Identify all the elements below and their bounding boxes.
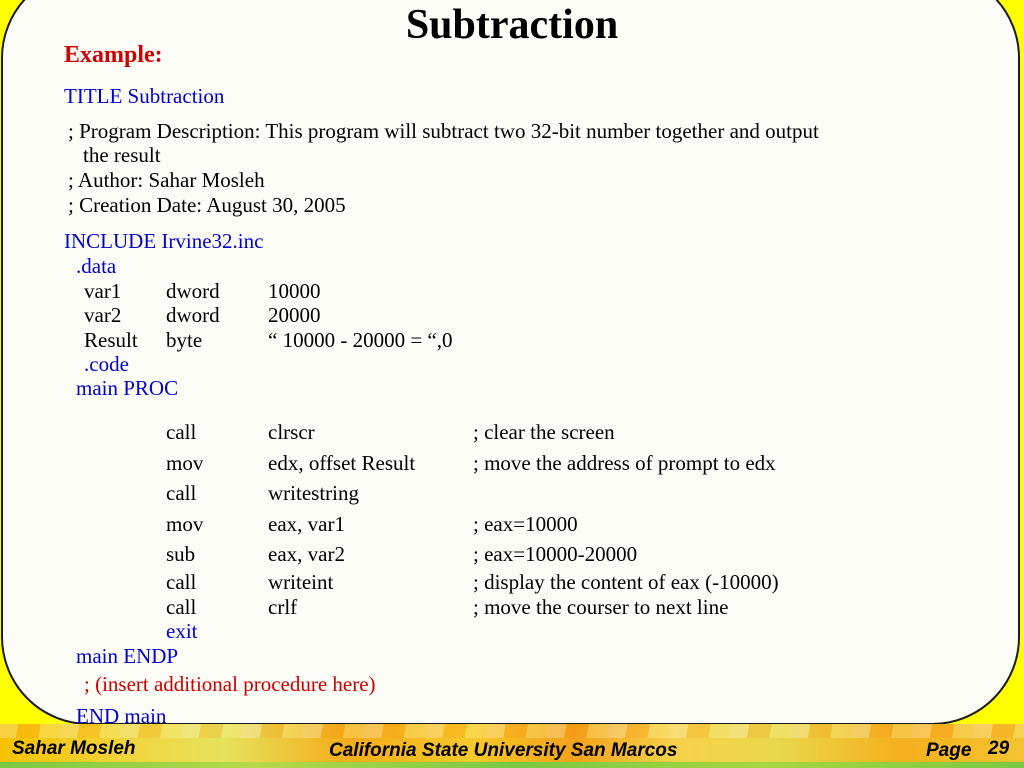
author-comment: ; Author: Sahar Mosleh <box>68 168 265 192</box>
instruction-op: sub <box>166 542 196 566</box>
data-var-type: dword <box>166 303 220 327</box>
description-comment-line2: the result <box>83 143 161 167</box>
data-var-name: var2 <box>84 303 122 327</box>
footer-page-label: Page <box>926 740 972 761</box>
description-comment-line1: ; Program Description: This program will… <box>68 119 819 143</box>
insert-procedure-comment: ; (insert additional procedure here) <box>84 672 376 696</box>
instruction-comment: ; eax=10000-20000 <box>473 542 638 566</box>
instruction-arg: writeint <box>268 570 334 594</box>
data-directive: .data <box>76 254 117 278</box>
data-var-type: dword <box>166 279 220 303</box>
instruction-comment: ; clear the screen <box>473 420 615 444</box>
footer-author: Sahar Mosleh <box>12 738 136 759</box>
instruction-op: call <box>166 595 197 619</box>
title-directive: TITLE Subtraction <box>64 84 225 108</box>
instruction-op: call <box>166 570 197 594</box>
instruction-arg: crlf <box>268 595 298 619</box>
date-comment: ; Creation Date: August 30, 2005 <box>68 193 346 217</box>
instruction-op: mov <box>166 451 204 475</box>
data-var-value: “ 10000 - 20000 = “,0 <box>268 328 453 352</box>
instruction-arg: edx, offset Result <box>268 451 416 475</box>
data-var-value: 20000 <box>268 303 321 327</box>
instruction-comment: ; eax=10000 <box>473 512 578 536</box>
instruction-op: mov <box>166 512 204 536</box>
instruction-arg: eax, var1 <box>268 512 345 536</box>
instruction-arg: eax, var2 <box>268 542 345 566</box>
page-number: 29 <box>988 738 1010 759</box>
footer-university: California State University San Marcos <box>329 740 678 761</box>
instruction-arg: clrscr <box>268 420 315 444</box>
proc-start: main PROC <box>76 376 179 400</box>
data-var-name: var1 <box>84 279 122 303</box>
instruction-comment: ; move the address of prompt to edx <box>473 451 776 475</box>
data-var-type: byte <box>166 328 203 352</box>
data-var-value: 10000 <box>268 279 321 303</box>
instruction-op: call <box>166 481 197 505</box>
instruction-arg: writestring <box>268 481 359 505</box>
code-directive: .code <box>84 352 129 376</box>
instruction-comment: ; move the courser to next line <box>473 595 729 619</box>
data-var-name: Result <box>84 328 138 352</box>
instruction-op: call <box>166 420 197 444</box>
include-directive: INCLUDE Irvine32.inc <box>64 229 264 253</box>
instruction-comment: ; display the content of eax (-10000) <box>473 570 779 594</box>
example-label: Example: <box>64 42 163 68</box>
proc-end: main ENDP <box>76 644 179 668</box>
exit-instruction: exit <box>166 619 198 643</box>
